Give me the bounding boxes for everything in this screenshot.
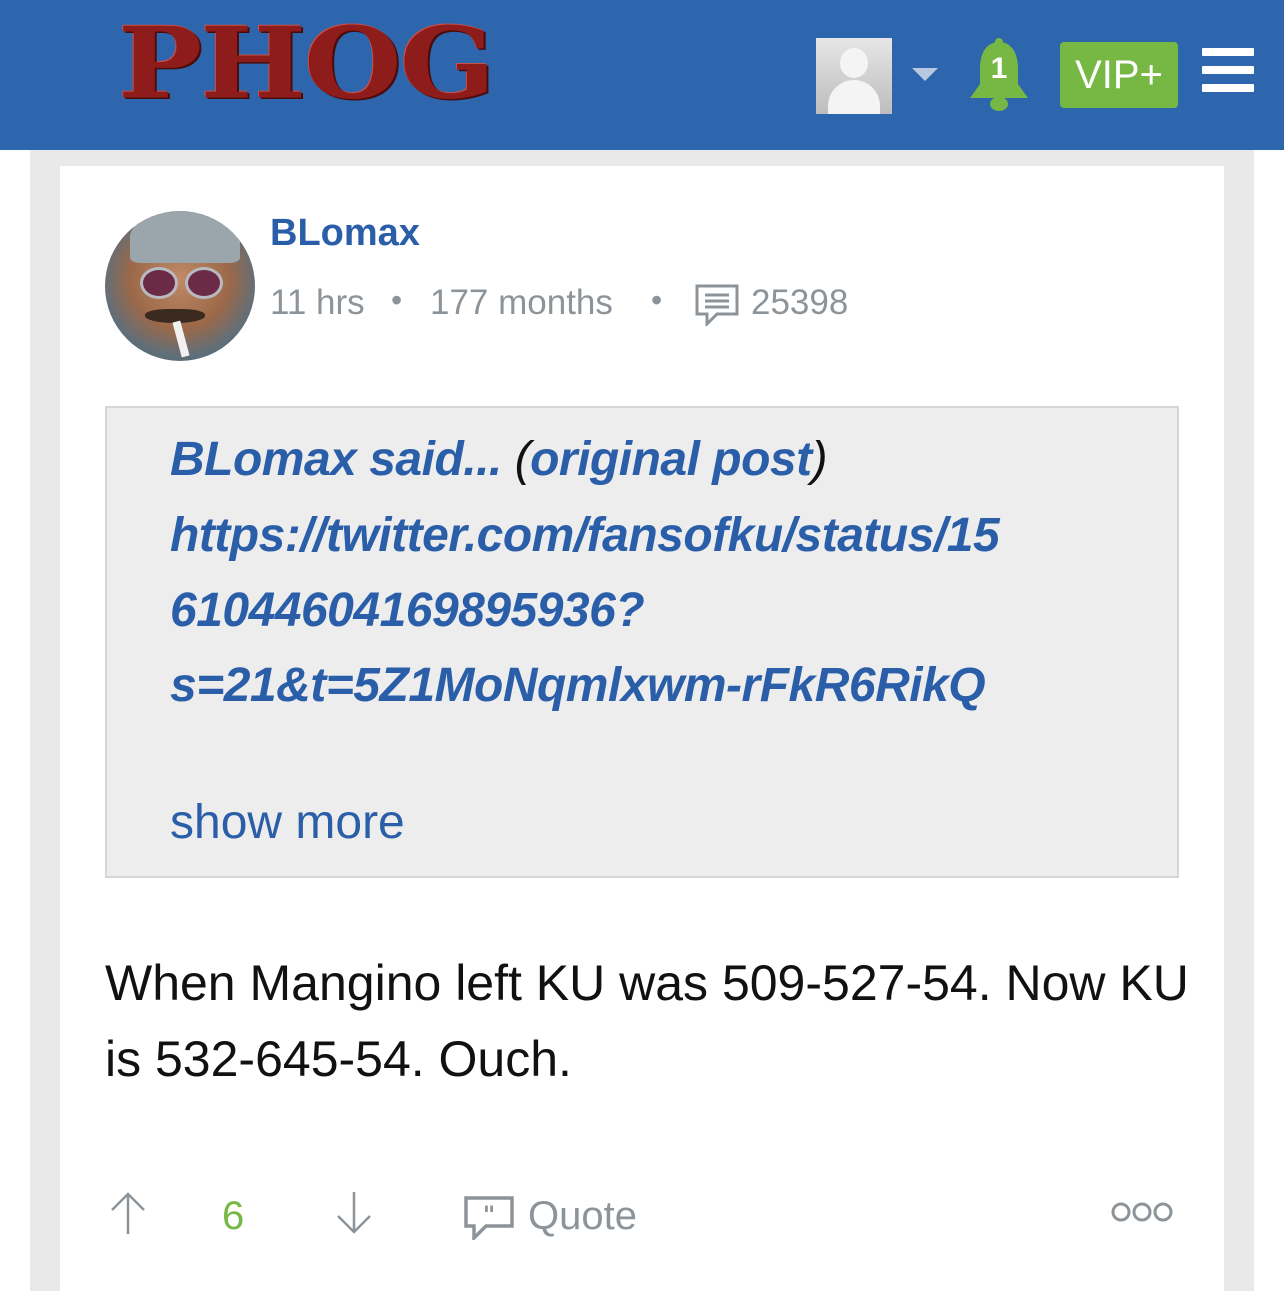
vote-score: 6 bbox=[222, 1194, 245, 1238]
svg-text:": " bbox=[483, 1201, 496, 1229]
notification-count: 1 bbox=[990, 52, 1008, 85]
show-more-link[interactable]: show more bbox=[170, 795, 405, 850]
quote-header: BLomax said... (original post) bbox=[170, 433, 828, 486]
post-author-name[interactable]: BLomax bbox=[270, 212, 420, 255]
downvote-arrow-icon[interactable] bbox=[334, 1190, 374, 1236]
author-post-count: 25398 bbox=[751, 283, 849, 322]
hamburger-menu-icon[interactable] bbox=[1202, 48, 1254, 92]
vip-button[interactable]: VIP+ bbox=[1060, 42, 1178, 108]
content-frame-right bbox=[1224, 150, 1254, 1291]
upvote-arrow-icon[interactable] bbox=[108, 1190, 148, 1236]
user-avatar-icon[interactable] bbox=[816, 38, 892, 114]
avatar-head bbox=[840, 48, 868, 78]
original-post-link[interactable]: original post bbox=[530, 433, 812, 486]
quote-link-line[interactable]: https://twitter.com/fansofku/status/15 bbox=[170, 508, 1000, 563]
member-age: 177 months bbox=[430, 283, 613, 322]
site-logo[interactable]: PHOG bbox=[118, 12, 495, 116]
content-frame-top bbox=[30, 150, 1254, 166]
quote-author-said[interactable]: BLomax said... bbox=[170, 433, 502, 486]
separator-dot: • bbox=[651, 282, 663, 318]
avatar-body bbox=[828, 80, 880, 114]
post-author-avatar[interactable] bbox=[105, 211, 255, 361]
post-body: When Mangino left KU was 509-527-54. Now… bbox=[105, 955, 1189, 1087]
more-options-icon[interactable] bbox=[1110, 1200, 1174, 1224]
caret-down-icon[interactable] bbox=[912, 68, 938, 81]
post-time[interactable]: 11 hrs bbox=[270, 283, 365, 323]
quote-link-line[interactable]: s=21&t=5Z1MoNqmlxwm-rFkR6RikQ bbox=[170, 658, 986, 713]
quote-button[interactable]: Quote bbox=[528, 1194, 637, 1239]
comment-count-icon bbox=[695, 284, 739, 326]
separator-dot: • bbox=[391, 282, 403, 318]
content-frame-left bbox=[30, 150, 60, 1291]
top-navigation-bar: PHOG 1 VIP+ bbox=[0, 0, 1284, 150]
quote-link-line[interactable]: 61044604169895936? bbox=[170, 583, 645, 638]
quote-icon[interactable]: " bbox=[464, 1196, 514, 1240]
